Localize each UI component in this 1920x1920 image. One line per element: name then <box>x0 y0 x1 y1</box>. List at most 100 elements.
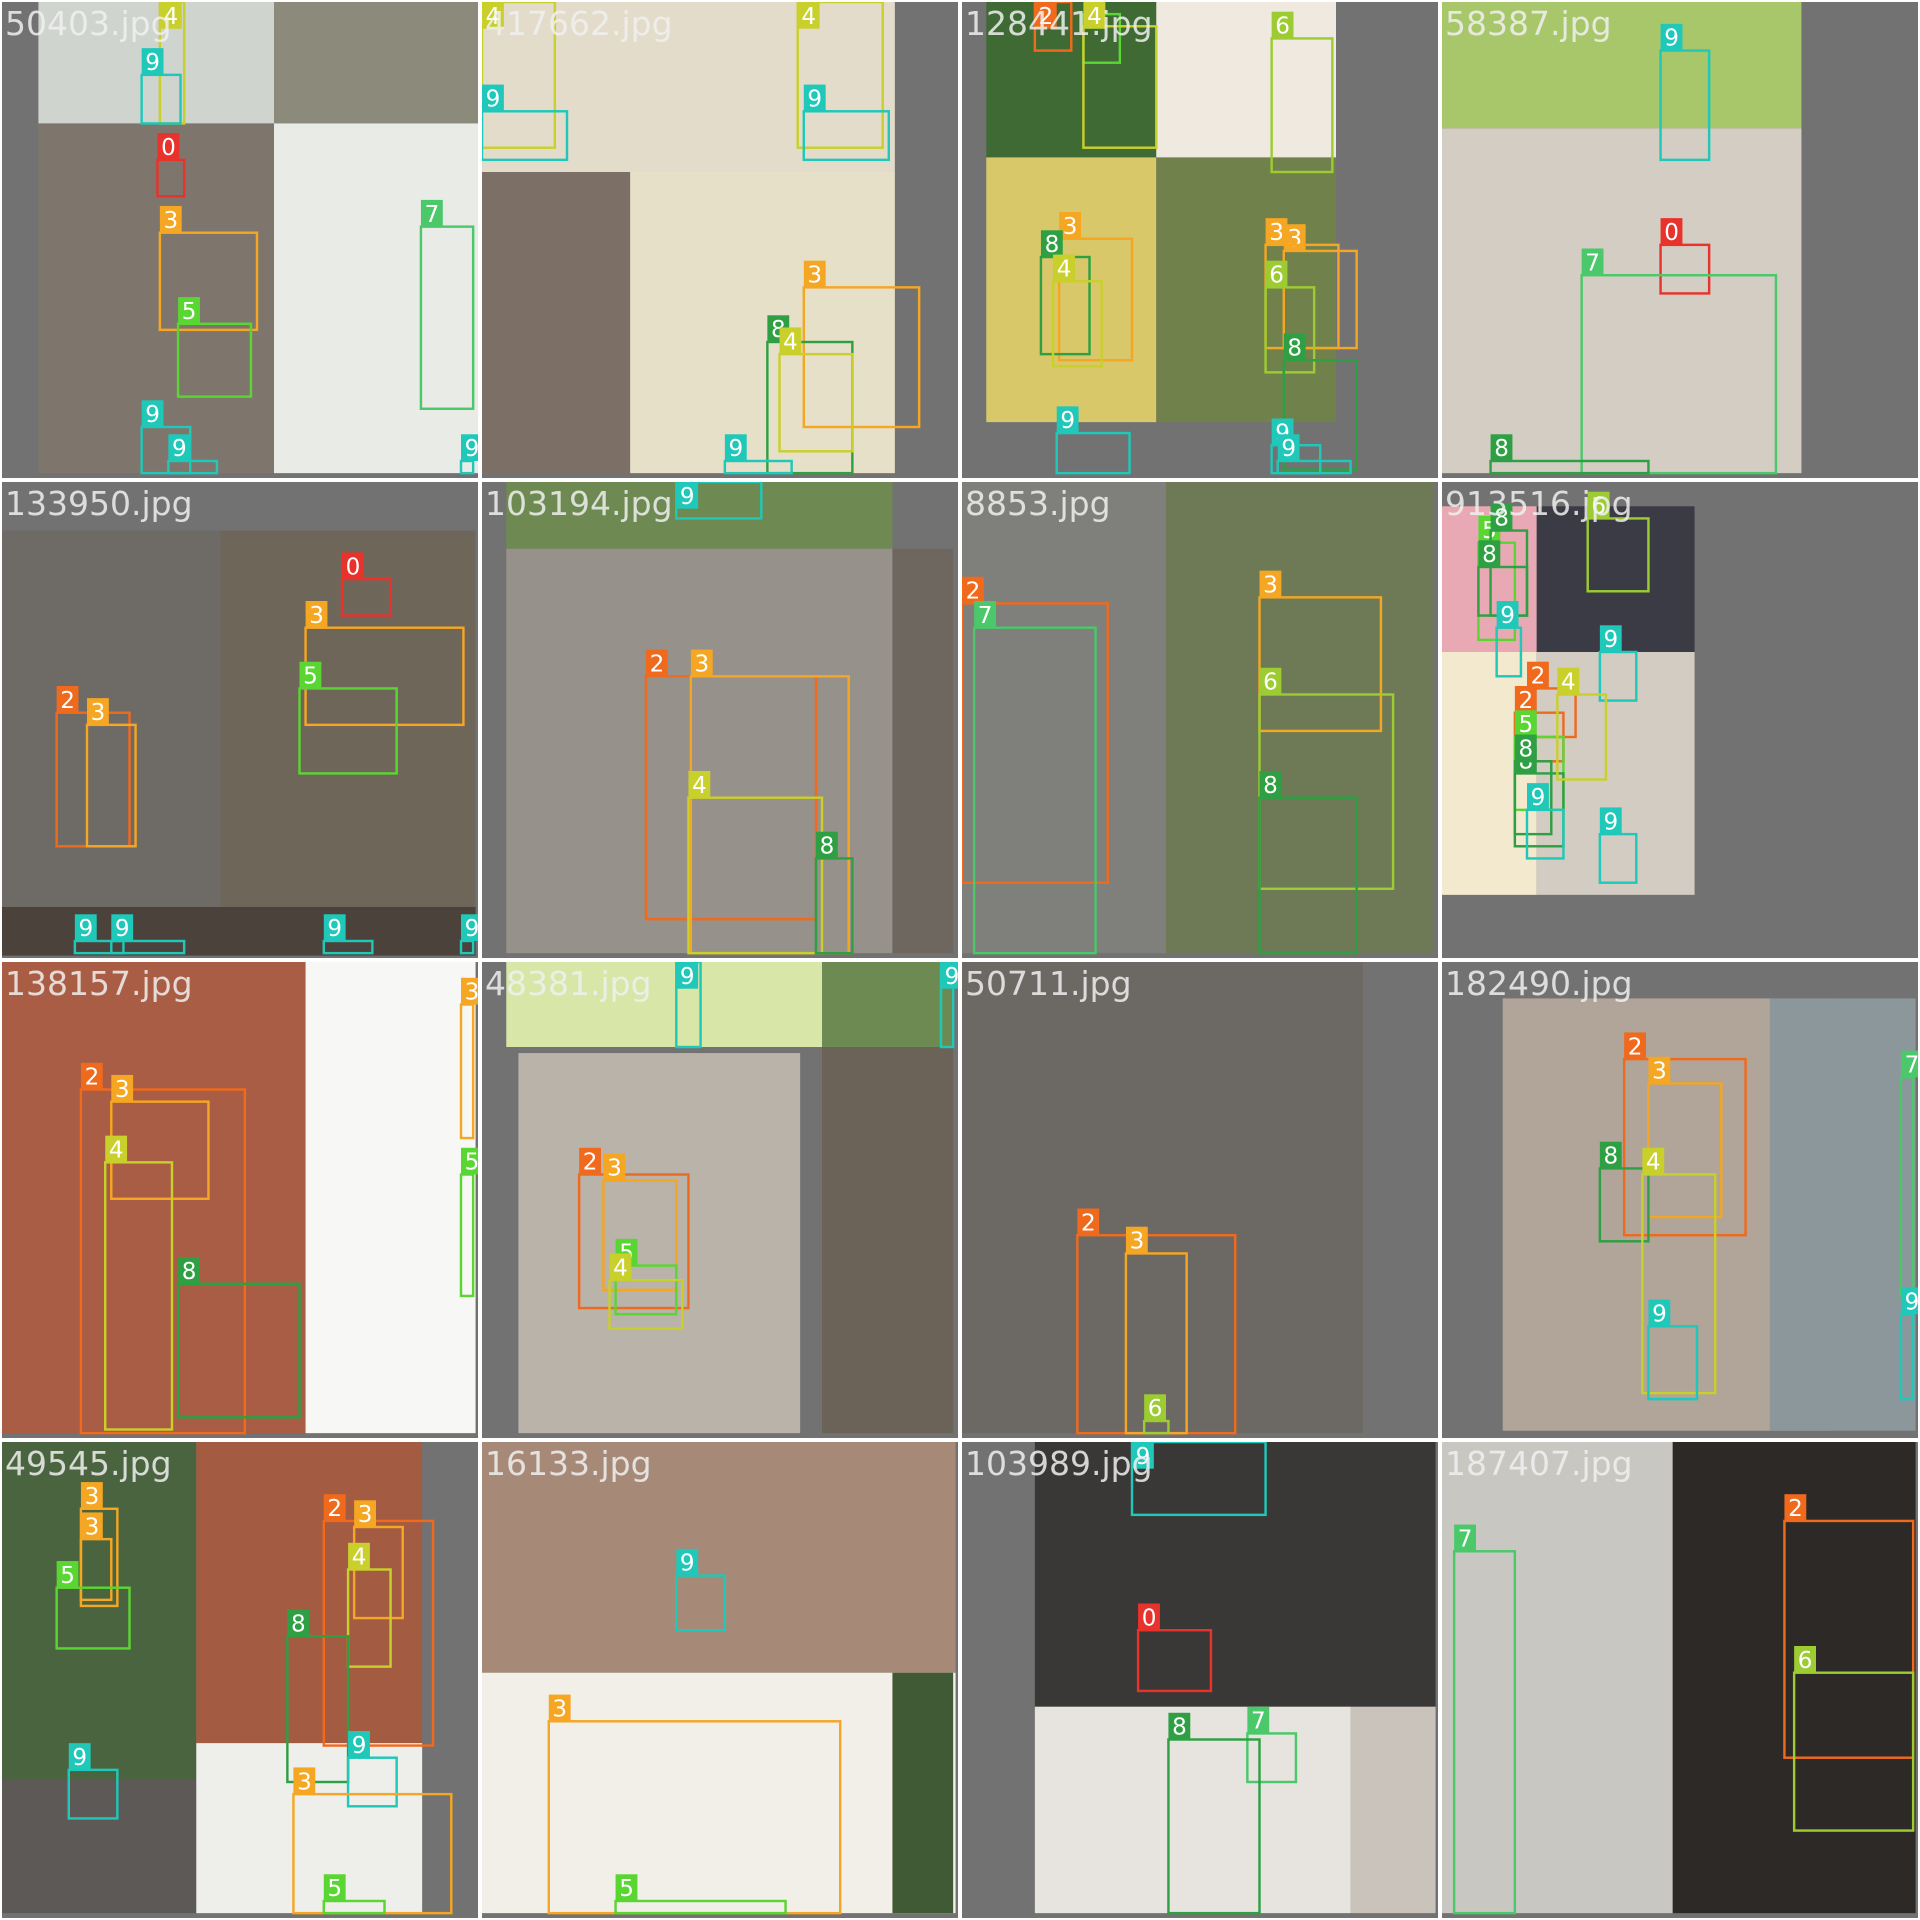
bounding-box <box>1055 431 1131 475</box>
tile-canvas: 9078 <box>1034 1442 1436 1915</box>
class-label: 8 <box>1045 232 1060 258</box>
class-label: 0 <box>346 554 361 580</box>
photo-panel <box>506 548 893 954</box>
bounding-box <box>1276 459 1352 475</box>
class-label: 2 <box>60 688 75 714</box>
photo-panel <box>2 907 476 956</box>
tile-filename: 58387.jpg <box>1445 4 1612 43</box>
photo-panel <box>2 1779 197 1914</box>
photo-panel <box>822 1047 954 1434</box>
class-label: 9 <box>1652 1301 1667 1327</box>
class-label: 2 <box>583 1150 598 1176</box>
class-label: 5 <box>1519 712 1534 738</box>
class-label: 7 <box>978 603 993 629</box>
tile-canvas: 3352 3489 935 <box>2 1442 453 1915</box>
class-label: 0 <box>1664 220 1679 246</box>
class-label: 8 <box>1494 436 1509 462</box>
tile-filename: 182490.jpg <box>1445 964 1633 1003</box>
mosaic-tile: 2 7 3 6 8 8853.jpg <box>962 482 1438 958</box>
class-label: 3 <box>297 1769 312 1795</box>
class-label: 9 <box>465 436 478 462</box>
mosaic-tile: 7 2 6 187407.jpg <box>1442 1442 1918 1918</box>
class-label: 7 <box>1251 1709 1266 1735</box>
tile-canvas: 992354 <box>506 962 958 1434</box>
class-label: 3 <box>1263 573 1278 599</box>
class-label: 7 <box>425 202 440 228</box>
class-label: 9 <box>680 964 695 990</box>
class-label: 6 <box>1269 263 1284 289</box>
class-label: 4 <box>801 4 816 30</box>
mosaic-grid: 49903579950403.jpg44993849417662.jpg2543… <box>0 0 1920 1920</box>
class-label: 3 <box>607 1156 622 1182</box>
photo-panel <box>274 123 478 474</box>
class-label: 3 <box>164 208 179 234</box>
tile-filename: 138157.jpg <box>5 964 193 1003</box>
photo-panel <box>196 1442 423 1744</box>
class-label: 4 <box>1057 256 1072 282</box>
class-label: 3 <box>85 1514 100 1540</box>
class-label: 9 <box>115 916 130 942</box>
class-label: 8 <box>182 1259 197 1285</box>
class-label: 9 <box>1531 785 1546 811</box>
class-label: 4 <box>352 1545 367 1571</box>
class-label: 6 <box>1148 1396 1163 1422</box>
class-label: 5 <box>182 299 197 325</box>
class-label: 9 <box>1281 436 1296 462</box>
tile-canvas: 2 3 6 <box>962 962 1363 1435</box>
mosaic-tile: 3 2 3 4 8 5 138157.jpg <box>2 962 478 1438</box>
class-label: 3 <box>1269 220 1284 246</box>
tile-canvas: 7 2 6 <box>1442 1442 1916 1915</box>
class-label: 3 <box>1652 1059 1667 1085</box>
class-label: 3 <box>85 1484 100 1510</box>
class-label: 3 <box>552 1696 567 1722</box>
tile-filename: 128441.jpg <box>965 4 1153 43</box>
mosaic-tile: 9 0 7 8 58387.jpg <box>1442 2 1918 478</box>
class-label: 9 <box>79 916 94 942</box>
tile-filename: 417662.jpg <box>485 4 673 43</box>
class-label: 9 <box>807 86 822 112</box>
mosaic-tile: 3 3 5 2 3 4 8 9 9 3 5 49545.jpg <box>2 1442 478 1918</box>
class-label: 9 <box>1500 603 1515 629</box>
tile-canvas: 9 3 5 <box>482 1442 956 1915</box>
class-label: 5 <box>327 1876 342 1902</box>
photo-panel <box>2 530 221 956</box>
mosaic-tile: 4 9 9 0 3 5 7 9 9 50403.jpg <box>2 2 478 478</box>
tile-filename: 50403.jpg <box>5 4 172 43</box>
mosaic-tile: 9 2 3 4 8 103194.jpg <box>482 482 958 958</box>
class-label: 8 <box>291 1611 306 1637</box>
class-label: 6 <box>1275 14 1290 40</box>
class-label: 2 <box>327 1496 342 1522</box>
class-label: 9 <box>352 1733 367 1759</box>
class-label: 8 <box>820 834 835 860</box>
photo-panel <box>305 962 476 1434</box>
class-label: 8 <box>1172 1715 1187 1741</box>
class-label: 5 <box>60 1563 75 1589</box>
class-label: 8 <box>1519 736 1534 762</box>
mosaic-tile: 9 0 7 8 103989.jpg <box>962 1442 1438 1918</box>
tile-canvas: 27 3 6 8 <box>962 482 1434 955</box>
class-label: 7 <box>1458 1526 1473 1552</box>
tile-filename: 49545.jpg <box>5 1444 172 1483</box>
class-label: 9 <box>680 1551 695 1577</box>
class-label: 4 <box>1646 1150 1661 1176</box>
class-label: 9 <box>1664 26 1679 52</box>
class-label: 4 <box>783 329 798 355</box>
tile-canvas: 58869922584899 <box>1442 491 1695 895</box>
mosaic-tile: 5 8 8 6 9 9 2 2 5 8 4 8 9 9 913516.jpg <box>1442 482 1918 958</box>
class-label: 3 <box>695 651 710 677</box>
photo-panel <box>482 172 631 474</box>
tile-canvas: 23 8 4 9 7 9 <box>1502 998 1918 1431</box>
tile-filename: 103194.jpg <box>485 484 673 523</box>
class-label: 2 <box>1081 1210 1096 1236</box>
class-label: 2 <box>1519 688 1534 714</box>
class-label: 3 <box>1130 1229 1145 1255</box>
photo-panel <box>1034 1706 1351 1914</box>
class-label: 9 <box>145 50 160 76</box>
class-label: 7 <box>1585 250 1600 276</box>
photo-panel <box>1442 1442 1673 1914</box>
photo-panel <box>962 962 1363 1434</box>
mosaic-tile: 25436938436899128441.jpg <box>962 2 1438 478</box>
tile-filename: 50711.jpg <box>965 964 1132 1003</box>
photo-panel <box>274 2 478 124</box>
tile-canvas: 9 2 3 4 8 <box>506 482 954 955</box>
